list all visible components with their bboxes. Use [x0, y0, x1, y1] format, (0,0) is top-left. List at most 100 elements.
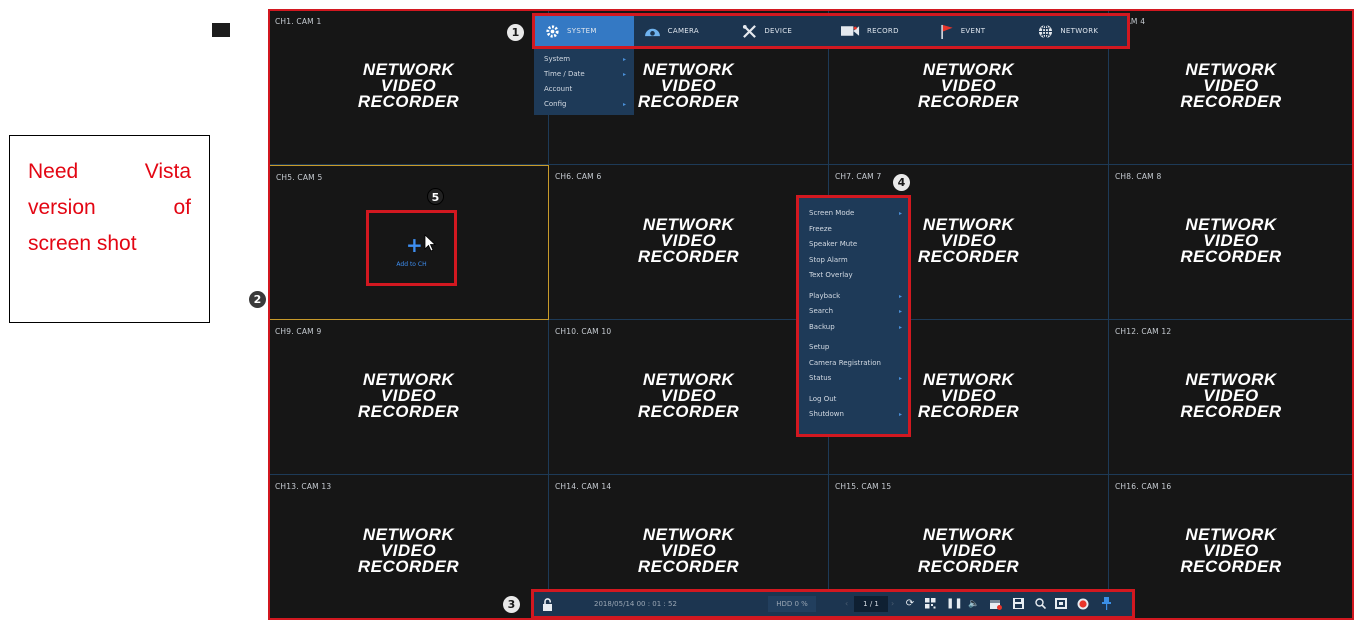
camera-tile[interactable]: CH6. CAM 6 NETWORK VIDEO RECORDER: [549, 165, 829, 320]
pin-icon[interactable]: [1099, 592, 1113, 616]
screen-capture-icon[interactable]: [1054, 592, 1068, 616]
ctx-item-speaker-mute[interactable]: Speaker Mute: [799, 237, 908, 253]
chevron-right-icon: ▸: [622, 71, 626, 78]
page: Need Vista version of screen shot 2 CH1. C…: [0, 0, 1354, 620]
submenu-item-config[interactable]: Config ▸: [534, 97, 634, 112]
pause-icon[interactable]: ❚❚: [946, 592, 963, 616]
tab-network[interactable]: NETWORK: [1028, 16, 1127, 46]
logo-line: RECORDER: [1180, 557, 1282, 576]
ctx-item-freeze[interactable]: Freeze: [799, 222, 908, 238]
submenu-item-account[interactable]: Account: [534, 82, 634, 97]
camera-tile[interactable]: CH9. CAM 9 NETWORK VIDEO RECORDER: [269, 320, 549, 475]
submenu-item-label: Config: [544, 100, 567, 108]
ctx-item-text-overlay[interactable]: Text Overlay: [799, 268, 908, 284]
chevron-right-icon: ▸: [898, 375, 902, 382]
tab-camera[interactable]: CAMERA: [634, 16, 733, 46]
unlock-icon[interactable]: [542, 593, 554, 617]
logo-line: RECORDER: [637, 247, 740, 266]
channel-label: CH8. CAM 8: [1115, 172, 1162, 181]
camera-tile[interactable]: . CAM 4 NETWORK VIDEO RECORDER: [1109, 10, 1354, 165]
tab-label: NETWORK: [1060, 27, 1099, 35]
ctx-item-label: Shutdown: [809, 410, 844, 418]
chevron-right-icon: ▸: [898, 210, 902, 217]
channel-label: CH14. CAM 14: [555, 482, 612, 491]
flag-icon: [941, 24, 953, 39]
layout-grid-icon[interactable]: [923, 592, 937, 616]
gear-icon: [546, 24, 559, 38]
nvr-logo: NETWORK VIDEO RECORDER: [1109, 371, 1353, 421]
ctx-item-label: Text Overlay: [809, 271, 853, 279]
ctx-item-stop-alarm[interactable]: Stop Alarm: [799, 253, 908, 269]
chevron-right-icon[interactable]: ›: [891, 592, 894, 616]
channel-label: CH5. CAM 5: [276, 173, 323, 182]
callout-badge-1: 1: [507, 24, 524, 41]
logo-line: RECORDER: [917, 557, 1020, 576]
tab-record[interactable]: RECORD: [831, 16, 930, 46]
channel-label: CH10. CAM 10: [555, 327, 612, 336]
submenu-item-time-date[interactable]: Time / Date ▸: [534, 67, 634, 82]
nvr-logo: NETWORK VIDEO RECORDER: [1109, 526, 1353, 576]
add-to-ch-button[interactable]: Add to CH: [369, 261, 454, 268]
channel-label: CH9. CAM 9: [275, 327, 322, 336]
save-icon[interactable]: [1011, 592, 1025, 616]
speaker-mute-icon[interactable]: 🔈: [967, 592, 981, 616]
camera-tile[interactable]: CH12. CAM 12 NETWORK VIDEO RECORDER: [1109, 320, 1354, 475]
tab-system[interactable]: SYSTEM: [535, 16, 634, 46]
tools-icon: [743, 24, 757, 38]
video-camera-icon: [841, 26, 860, 36]
callout-badge-4: 4: [893, 174, 910, 191]
nvr-logo: NETWORK VIDEO RECORDER: [829, 61, 1108, 110]
ctx-item-search[interactable]: Search ▸: [799, 304, 908, 320]
camera-tile[interactable]: CH10. CAM 10 NETWORK VIDEO RECORDER: [549, 320, 829, 475]
note-word: Need: [28, 160, 79, 183]
submenu-item-label: System: [544, 55, 571, 63]
ctx-item-status[interactable]: Status ▸: [799, 371, 908, 387]
ctx-item-screen-mode[interactable]: Screen Mode ▸: [799, 206, 908, 222]
channel-label: CH12. CAM 12: [1115, 327, 1172, 336]
camera-tile[interactable]: CH5. CAM 5 + Add to CH 5: [269, 165, 549, 320]
callout-badge-3: 3: [503, 596, 520, 613]
nvr-logo: NETWORK VIDEO RECORDER: [549, 526, 828, 576]
channel-label: CH6. CAM 6: [555, 172, 602, 181]
ctx-item-camera-registration[interactable]: Camera Registration: [799, 356, 908, 372]
sequence-icon[interactable]: ⟳: [903, 592, 917, 616]
ctx-item-backup[interactable]: Backup ▸: [799, 320, 908, 336]
submenu-item-system[interactable]: System ▸: [534, 52, 634, 67]
logo-line: RECORDER: [637, 557, 740, 576]
channel-label: CH16. CAM 16: [1115, 482, 1172, 491]
tab-event[interactable]: EVENT: [930, 16, 1029, 46]
main-menu-bar: SYSTEM CAMERA DEVICE RECORD EVENT NETWOR…: [532, 13, 1130, 49]
datetime-display: 2018/05/14 00 : 01 : 52: [594, 600, 677, 608]
ctx-item-label: Screen Mode: [809, 209, 855, 217]
nvr-logo: NETWORK VIDEO RECORDER: [269, 371, 548, 420]
tab-device[interactable]: DEVICE: [732, 16, 831, 46]
status-bar: 2018/05/14 00 : 01 : 52 HDD 0 % ‹ 1 / 1 …: [531, 589, 1135, 619]
page-indicator: 1 / 1: [854, 596, 888, 612]
search-icon[interactable]: [1033, 592, 1047, 616]
plus-icon[interactable]: +: [406, 235, 423, 255]
tab-label: RECORD: [867, 27, 899, 35]
chevron-right-icon: ▸: [898, 323, 902, 331]
annotation-note: Need Vista version of screen shot: [9, 135, 210, 323]
logo-line: RECORDER: [357, 92, 460, 111]
record-icon[interactable]: [1076, 592, 1090, 616]
mouse-cursor-icon: [424, 234, 436, 252]
ctx-item-shutdown[interactable]: Shutdown ▸: [799, 407, 908, 423]
alarm-stop-icon[interactable]: [989, 592, 1003, 616]
camera-tile[interactable]: CH8. CAM 8 NETWORK VIDEO RECORDER: [1109, 165, 1354, 320]
chevron-left-icon[interactable]: ‹: [845, 592, 848, 616]
tab-label: CAMERA: [667, 27, 699, 35]
note-line-3: screen shot: [28, 232, 137, 255]
ctx-item-playback[interactable]: Playback ▸: [799, 289, 908, 305]
logo-line: RECORDER: [1180, 92, 1282, 111]
ctx-item-label: Freeze: [809, 224, 832, 233]
logo-line: RECORDER: [1180, 402, 1282, 421]
camera-tile[interactable]: CH16. CAM 16 NETWORK VIDEO RECORDER: [1109, 475, 1354, 620]
ctx-item-log-out[interactable]: Log Out: [799, 392, 908, 408]
ctx-item-setup[interactable]: Setup: [799, 340, 908, 356]
chevron-right-icon: ▸: [898, 308, 902, 315]
channel-label: CH1. CAM 1: [275, 17, 322, 26]
tab-label: SYSTEM: [567, 27, 597, 35]
ctx-item-label: Search: [809, 307, 834, 315]
ctx-item-label: Backup: [809, 322, 835, 331]
